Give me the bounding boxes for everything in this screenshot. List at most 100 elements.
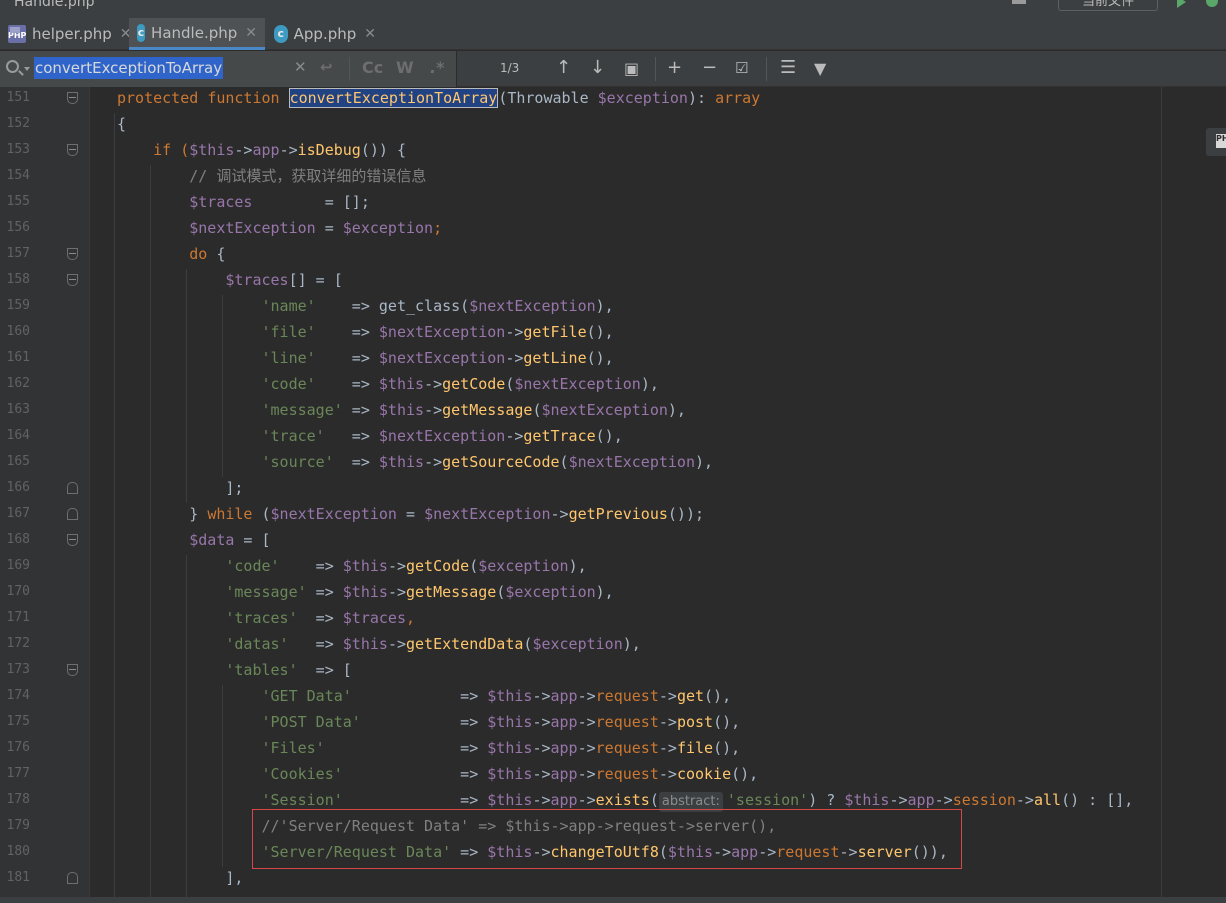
code-line-166[interactable]: ]; — [0, 475, 1226, 501]
code-text: -> — [424, 401, 443, 419]
code-line-159[interactable]: 'name' => get_class($nextException), — [0, 293, 1226, 319]
code-text: ( — [649, 791, 659, 809]
new-line-icon[interactable]: ↩ — [320, 58, 333, 76]
match-case-button[interactable]: Cc — [362, 58, 383, 77]
code-text: => — [351, 687, 488, 705]
code-line-157[interactable]: do { — [0, 241, 1226, 267]
code-text: ), — [695, 453, 714, 471]
search-input[interactable]: convertExceptionToArray — [34, 57, 224, 79]
select-all-occurrences-icon[interactable]: ☑ — [735, 59, 748, 77]
code-text: -> — [1015, 791, 1034, 809]
code-line-151[interactable]: protected function convertExceptionToArr… — [0, 87, 1226, 111]
code-line-152[interactable]: { — [0, 111, 1226, 137]
string: 'file' — [261, 323, 316, 341]
code-line-164[interactable]: 'trace' => $nextException->getTrace(), — [0, 423, 1226, 449]
code-line-171[interactable]: 'traces' => $traces, — [0, 605, 1226, 631]
search-icon[interactable] — [6, 60, 19, 73]
code-line-167[interactable]: } while ($nextException = $nextException… — [0, 501, 1226, 527]
code-line-153[interactable]: if ($this->app->isDebug()) { — [0, 137, 1226, 163]
search-field[interactable]: convertExceptionToArray ✕ ↩ Cc W .* — [0, 51, 457, 87]
property: request — [595, 739, 659, 757]
code-line-162[interactable]: 'code' => $this->getCode($nextException)… — [0, 371, 1226, 397]
code-text: ()) { — [360, 141, 406, 159]
divider — [655, 57, 656, 81]
code-line-160[interactable]: 'file' => $nextException->getFile(), — [0, 319, 1226, 345]
code-line-169[interactable]: 'code' => $this->getCode($exception), — [0, 553, 1226, 579]
code-text: (), — [586, 349, 614, 367]
string: 'message' — [261, 401, 343, 419]
previous-occurrence-icon[interactable]: ↑ — [556, 57, 571, 78]
tab-handle-php[interactable]: c Handle.php ✕ — [129, 18, 265, 50]
code-line-154[interactable]: // 调试模式，获取详细的错误信息 — [0, 163, 1226, 189]
window-title: Handle.php — [14, 0, 95, 10]
search-history-dropdown-icon[interactable] — [24, 67, 30, 71]
code-line-168[interactable]: $data = [ — [0, 527, 1226, 553]
method: getPrevious — [568, 505, 668, 523]
method: getMessage — [442, 401, 533, 419]
php-badge-icon[interactable] — [1206, 128, 1226, 156]
code-line-163[interactable]: 'message' => $this->getMessage($nextExce… — [0, 397, 1226, 423]
whole-words-button[interactable]: W — [396, 58, 414, 77]
code-line-175[interactable]: 'POST Data' => $this->app->request->post… — [0, 709, 1226, 735]
class-file-icon: c — [137, 23, 146, 42]
code-line-161[interactable]: 'line' => $nextException->getLine(), — [0, 345, 1226, 371]
regex-button[interactable]: .* — [430, 58, 444, 77]
open-in-window-icon[interactable]: ▣ — [624, 59, 639, 78]
tab-helper-php[interactable]: PHP helper.php ✕ — [0, 18, 132, 50]
code-editor[interactable]: 151 152 153 154 155 156 157 158 159 160 161 162 163 1… — [0, 87, 1226, 897]
code-line-156[interactable]: $nextException = $exception; — [0, 215, 1226, 241]
find-bar: convertExceptionToArray ✕ ↩ Cc W .* 1/3 … — [0, 51, 1226, 87]
code-line-173[interactable]: 'tables' => [ — [0, 657, 1226, 683]
status-bar — [0, 897, 1226, 903]
run-config-select[interactable]: 当前文件 — [1058, 0, 1158, 11]
string: 'trace' — [261, 427, 325, 445]
method: getCode — [406, 557, 470, 575]
code-line-155[interactable]: $traces = []; — [0, 189, 1226, 215]
tab-label: Handle.php — [151, 23, 238, 42]
code-line-177[interactable]: 'Cookies' => $this->app->request->cookie… — [0, 761, 1226, 787]
divider — [766, 57, 767, 81]
string: 'tables' — [225, 661, 298, 679]
code-text: => — [306, 583, 343, 601]
search-match-highlight[interactable]: convertExceptionToArray — [288, 88, 499, 108]
close-icon[interactable]: ✕ — [245, 25, 257, 41]
code-line-172[interactable]: 'datas' => $this->getExtendData($excepti… — [0, 631, 1226, 657]
variable: $this — [487, 713, 533, 731]
code-line-158[interactable]: $traces[] = [ — [0, 267, 1226, 293]
next-occurrence-icon[interactable]: ↓ — [590, 57, 605, 78]
code-text: ], — [117, 869, 244, 887]
tab-app-php[interactable]: c App.php ✕ — [266, 18, 384, 50]
user-icon[interactable] — [1012, 0, 1026, 4]
debug-icon[interactable] — [1206, 0, 1218, 7]
code-text: -> — [658, 765, 677, 783]
filter-icon[interactable]: ▼ — [814, 59, 826, 78]
annotation-highlight-box — [252, 809, 962, 869]
variable: $exception — [532, 635, 623, 653]
code-line-174[interactable]: 'GET Data' => $this->app->request->get()… — [0, 683, 1226, 709]
method: all — [1033, 791, 1062, 809]
code-text: ), — [622, 635, 641, 653]
run-icon[interactable] — [1177, 0, 1186, 8]
variable: $nextException — [270, 505, 397, 523]
variable: $exception — [505, 583, 596, 601]
remove-occurrence-icon[interactable]: − — [702, 57, 717, 78]
string: 'session' — [726, 791, 809, 809]
code-line-176[interactable]: 'Files' => $this->app->request->file(), — [0, 735, 1226, 761]
code-line-165[interactable]: 'source' => $this->getSourceCode($nextEx… — [0, 449, 1226, 475]
php-file-icon: PHP — [8, 25, 26, 43]
code-text: ; — [433, 219, 443, 237]
code-text: ), — [640, 375, 659, 393]
filter-options-icon[interactable]: ☰ — [780, 57, 796, 78]
code-text: => — [342, 401, 379, 419]
code-line-170[interactable]: 'message' => $this->getMessage($exceptio… — [0, 579, 1226, 605]
tab-label: App.php — [293, 25, 357, 43]
property: app — [550, 713, 578, 731]
add-occurrence-icon[interactable]: + — [667, 57, 682, 78]
close-icon[interactable]: ✕ — [364, 26, 376, 42]
clear-icon[interactable]: ✕ — [294, 58, 307, 76]
